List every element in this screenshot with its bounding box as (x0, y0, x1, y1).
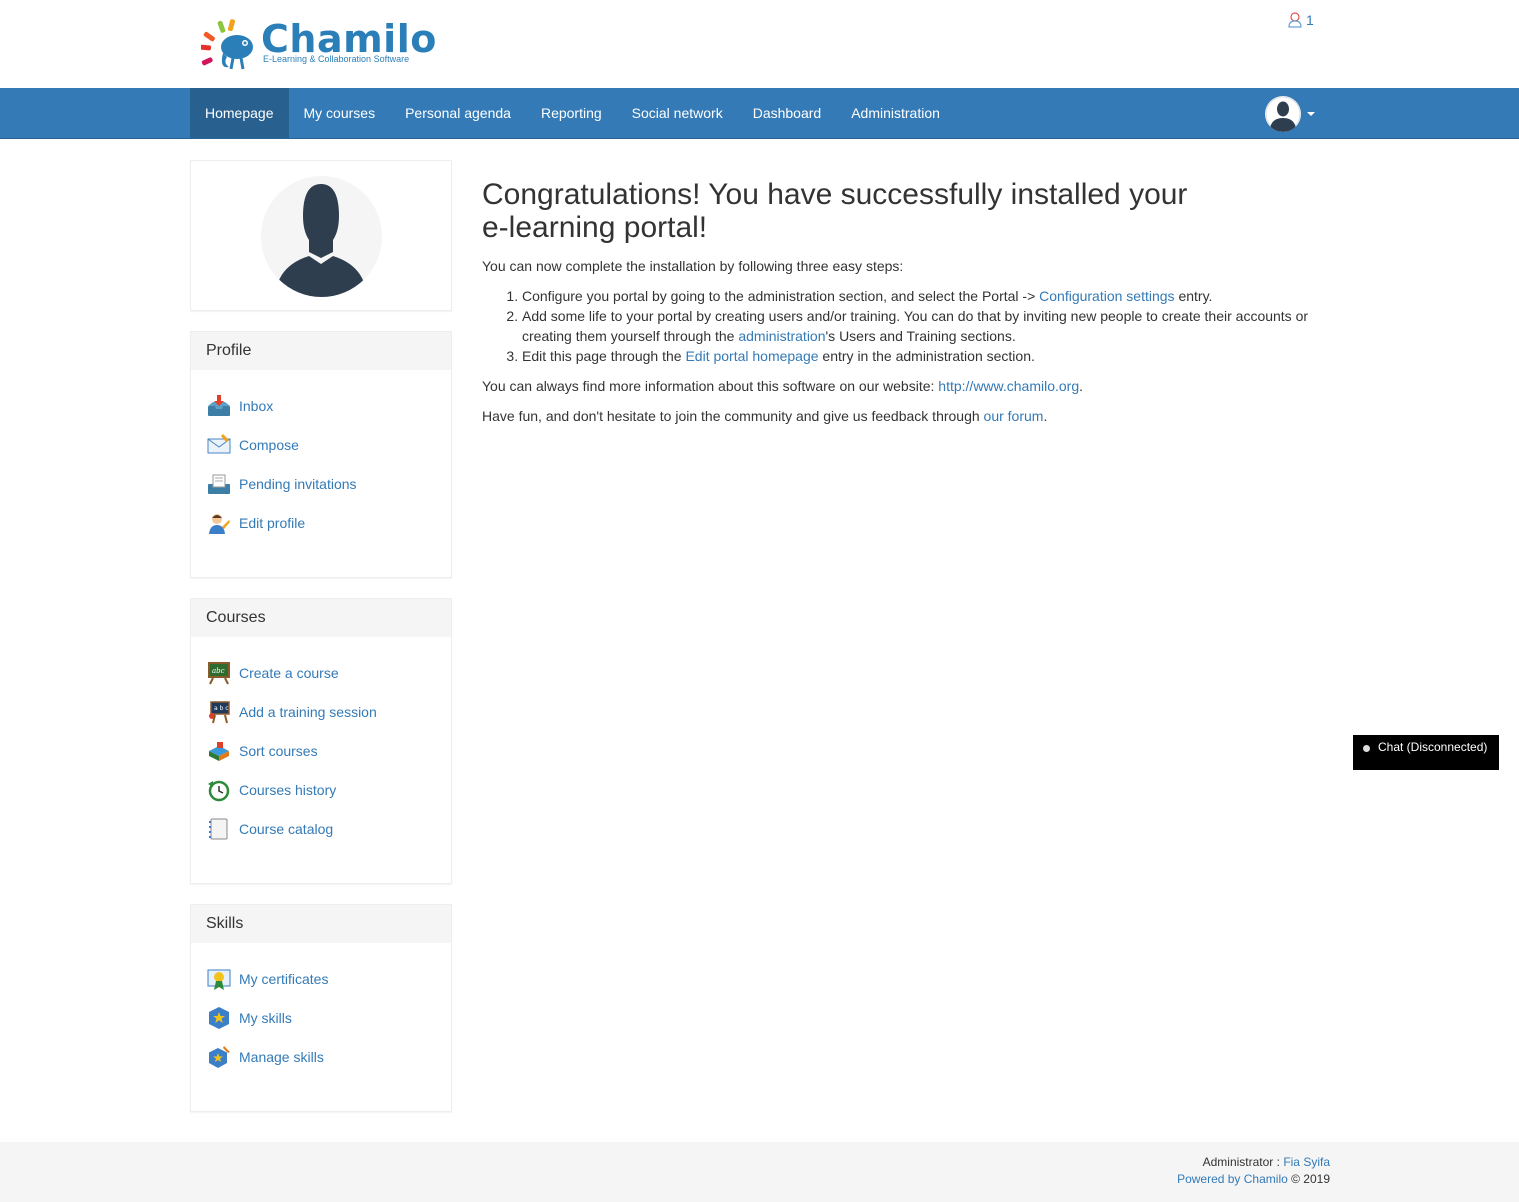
nav-item-reporting[interactable]: Reporting (526, 88, 617, 138)
menu-item-add-training-session[interactable]: a b c Add a training session (207, 692, 435, 731)
menu-item-label: Inbox (239, 397, 274, 414)
steps-list: Configure you portal by going to the adm… (522, 286, 1322, 366)
menu-item-my-certificates[interactable]: My certificates (207, 959, 435, 998)
menu-item-label: Edit profile (239, 514, 306, 531)
chat-label: Chat (Disconnected) (1378, 740, 1488, 754)
main-navbar: Homepage My courses Personal agenda Repo… (0, 88, 1519, 139)
intro-text: You can now complete the installation by… (482, 258, 904, 274)
chamilo-website-link[interactable]: http://www.chamilo.org (938, 378, 1079, 394)
user-menu-dropdown[interactable] (1265, 96, 1315, 132)
fun-text: Have fun, and don't hesitate to join the… (482, 406, 1322, 426)
menu-item-inbox[interactable]: Inbox (207, 386, 435, 425)
certificate-icon (207, 969, 231, 990)
menu-item-sort-courses[interactable]: Sort courses (207, 731, 435, 770)
menu-item-label: Create a course (239, 664, 339, 681)
step-text: Edit this page through the (522, 348, 686, 364)
forum-link[interactable]: our forum (984, 408, 1044, 424)
compose-icon (207, 433, 231, 453)
chat-widget[interactable]: Chat (Disconnected) (1353, 735, 1499, 770)
invitations-icon (208, 474, 230, 494)
info-text-part: You can always find more information abo… (482, 378, 939, 394)
sort-courses-icon (209, 741, 229, 761)
menu-item-courses-history[interactable]: Courses history (207, 770, 435, 809)
nav-item-dashboard[interactable]: Dashboard (738, 88, 837, 138)
user-silhouette-icon (1265, 96, 1301, 132)
skills-panel: Skills My certificates My skills Manage (190, 904, 452, 1112)
nav-item-my-courses[interactable]: My courses (289, 88, 391, 138)
fun-text-part: . (1043, 408, 1048, 424)
svg-text:a b c: a b c (214, 705, 229, 712)
notifications-link[interactable]: 1 (1288, 12, 1314, 28)
step-text: entry in the administration section. (818, 348, 1035, 364)
skills-icon (209, 1006, 229, 1029)
courses-panel: Courses abc Create a course a b c Add a … (190, 598, 452, 884)
inbox-icon (208, 394, 230, 416)
history-icon (208, 780, 230, 801)
manage-skills-icon (209, 1045, 230, 1068)
nav-item-administration[interactable]: Administration (836, 88, 955, 138)
nav-menu: Homepage My courses Personal agenda Repo… (190, 88, 955, 138)
step-item: Add some life to your portal by creating… (522, 306, 1322, 346)
info-text: You can always find more information abo… (482, 376, 1322, 396)
page-title: Congratulations! You have successfully i… (482, 178, 1188, 244)
menu-item-label: My skills (239, 1009, 292, 1026)
nav-item-homepage[interactable]: Homepage (190, 88, 289, 138)
menu-item-my-skills[interactable]: My skills (207, 998, 435, 1037)
menu-item-label: Compose (239, 436, 299, 453)
menu-item-label: Courses history (239, 781, 337, 798)
menu-item-label: Pending invitations (239, 475, 357, 492)
training-session-icon: a b c (209, 700, 230, 723)
menu-item-create-course[interactable]: abc Create a course (207, 653, 435, 692)
step-item: Edit this page through the Edit portal h… (522, 346, 1322, 366)
edit-profile-icon (209, 513, 230, 534)
nav-item-personal-agenda[interactable]: Personal agenda (390, 88, 526, 138)
skills-panel-title: Skills (191, 905, 451, 943)
menu-item-edit-profile[interactable]: Edit profile (207, 503, 435, 542)
powered-by-link[interactable]: Powered by Chamilo (1177, 1172, 1288, 1186)
menu-item-label: Sort courses (239, 742, 318, 759)
menu-item-compose[interactable]: Compose (207, 425, 435, 464)
status-dot-icon (1363, 745, 1370, 752)
user-notification-icon (1288, 12, 1302, 28)
user-image-panel (190, 160, 452, 311)
administration-link[interactable]: administration (738, 328, 825, 344)
configuration-settings-link[interactable]: Configuration settings (1039, 288, 1174, 304)
step-item: Configure you portal by going to the adm… (522, 286, 1322, 306)
user-silhouette-icon (275, 184, 367, 297)
user-avatar (1265, 96, 1301, 132)
menu-item-label: Add a training session (239, 703, 377, 720)
admin-label: Administrator : (1202, 1155, 1284, 1169)
chevron-down-icon (1307, 112, 1315, 116)
catalog-icon (209, 818, 228, 839)
step-text: 's Users and Training sections. (825, 328, 1016, 344)
profile-panel: Profile Inbox Compose Pending invitation… (190, 331, 452, 578)
step-text: Configure you portal by going to the adm… (522, 288, 1040, 304)
profile-panel-title: Profile (191, 332, 451, 370)
site-footer: Administrator : Fia Syifa Powered by Cha… (0, 1142, 1519, 1202)
menu-item-course-catalog[interactable]: Course catalog (207, 809, 435, 848)
footer-info: Administrator : Fia Syifa Powered by Cha… (1177, 1154, 1330, 1188)
main-content: Congratulations! You have successfully i… (482, 178, 1322, 436)
menu-item-label: Course catalog (239, 820, 334, 837)
menu-item-pending-invitations[interactable]: Pending invitations (207, 464, 435, 503)
step-text: entry. (1174, 288, 1213, 304)
chamilo-logo[interactable]: Chamilo E-Learning & Collaboration Softw… (201, 17, 436, 73)
notification-count: 1 (1306, 12, 1314, 28)
info-text-part: . (1079, 378, 1084, 394)
admin-name-link[interactable]: Fia Syifa (1283, 1155, 1330, 1169)
fun-text-part: Have fun, and don't hesitate to join the… (482, 408, 984, 424)
copyright-text: © 2019 (1287, 1172, 1330, 1186)
menu-item-label: My certificates (239, 970, 329, 987)
menu-item-manage-skills[interactable]: Manage skills (207, 1037, 435, 1076)
menu-item-label: Manage skills (239, 1048, 324, 1065)
edit-portal-homepage-link[interactable]: Edit portal homepage (685, 348, 818, 364)
courses-panel-title: Courses (191, 599, 451, 637)
nav-item-social-network[interactable]: Social network (617, 88, 738, 138)
site-header: Chamilo E-Learning & Collaboration Softw… (0, 0, 1519, 88)
svg-text:abc: abc (212, 667, 225, 675)
create-course-icon: abc (208, 661, 230, 684)
profile-picture[interactable] (261, 176, 382, 297)
chamilo-logo-icon (201, 19, 253, 70)
logo-subtitle: E-Learning & Collaboration Software (263, 54, 410, 64)
